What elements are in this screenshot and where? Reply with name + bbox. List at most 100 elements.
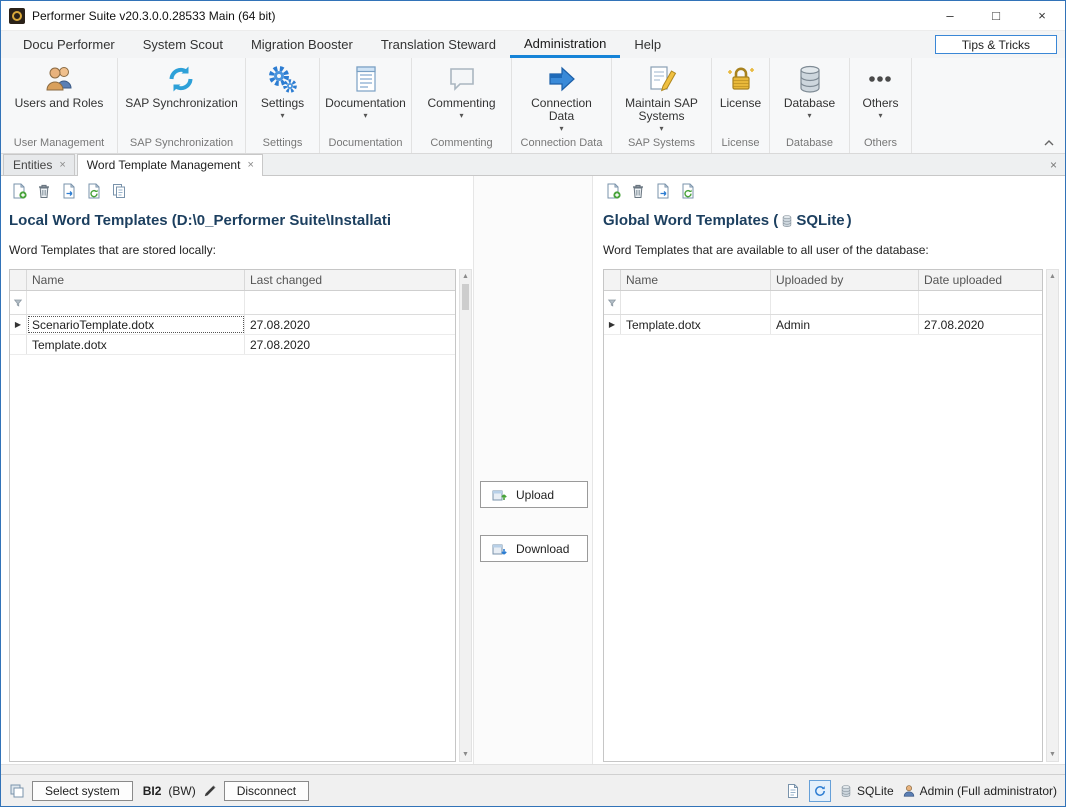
scrollbar-thumb[interactable]: [462, 284, 469, 310]
database-status: SQLite: [839, 784, 894, 798]
ribbon-collapse-button[interactable]: [1043, 138, 1055, 148]
filter-cell-name[interactable]: [27, 291, 245, 314]
close-icon[interactable]: ×: [247, 160, 253, 170]
export-template-button[interactable]: [653, 182, 673, 200]
commenting-button[interactable]: Commenting ▾: [423, 61, 499, 136]
table-row[interactable]: ▶ ScenarioTemplate.dotx 27.08.2020: [10, 315, 455, 335]
connection-data-button[interactable]: Connection Data ▾: [513, 61, 610, 136]
ribbon-group-sap-synchronization: SAP Synchronization SAP Synchronization: [118, 58, 246, 153]
sync-button[interactable]: [809, 780, 831, 802]
column-header-name[interactable]: Name: [27, 270, 245, 290]
tab-entities[interactable]: Entities ×: [3, 154, 75, 175]
cell-last-changed[interactable]: 27.08.2020: [245, 315, 455, 334]
column-header-uploaded-by[interactable]: Uploaded by: [771, 270, 919, 290]
copy-template-button[interactable]: [109, 182, 129, 200]
tab-word-template-management[interactable]: Word Template Management ×: [77, 154, 263, 176]
filter-icon: [12, 297, 24, 309]
download-label: Download: [516, 542, 569, 556]
tab-administration[interactable]: Administration: [510, 31, 620, 58]
tips-tricks-button[interactable]: Tips & Tricks: [935, 35, 1057, 54]
vertical-scrollbar[interactable]: ▲ ▼: [459, 269, 472, 762]
filter-row[interactable]: [10, 291, 455, 315]
settings-button[interactable]: Settings ▾: [257, 61, 308, 136]
system-id: BI2: [143, 784, 162, 798]
export-template-button[interactable]: [59, 182, 79, 200]
scroll-up-icon[interactable]: ▲: [1047, 270, 1058, 283]
maximize-button[interactable]: □: [973, 1, 1019, 30]
delete-template-button[interactable]: [628, 182, 648, 200]
chevron-up-icon: [1044, 139, 1054, 147]
ribbon-group-connection-data: Connection Data ▾ Connection Data: [512, 58, 612, 153]
tab-translation-steward[interactable]: Translation Steward: [367, 31, 510, 58]
filter-cell-uploaded-by[interactable]: [771, 291, 919, 314]
maintain-sap-systems-button[interactable]: Maintain SAP Systems ▾: [613, 61, 710, 136]
select-system-button[interactable]: Select system: [32, 781, 133, 801]
filter-cell-last-changed[interactable]: [245, 291, 455, 314]
status-bar: Select system BI2 (BW) Disconnect SQLite…: [1, 774, 1065, 806]
disconnect-button[interactable]: Disconnect: [224, 781, 309, 801]
close-icon[interactable]: ×: [59, 160, 65, 170]
cell-name[interactable]: Template.dotx: [27, 335, 245, 354]
system-type: (BW): [168, 784, 195, 798]
connection-data-icon: [546, 63, 578, 95]
tab-help[interactable]: Help: [620, 31, 675, 58]
cell-name[interactable]: ScenarioTemplate.dotx: [27, 315, 245, 334]
user-name: Admin (Full administrator): [920, 784, 1057, 798]
cell-name[interactable]: Template.dotx: [621, 315, 771, 334]
download-button[interactable]: Download: [480, 535, 588, 562]
documentation-button[interactable]: Documentation ▾: [321, 61, 410, 136]
upload-icon: [491, 487, 507, 503]
ribbon-button-label: Others: [862, 97, 898, 110]
page-refresh-icon: [86, 183, 102, 199]
heading-database-name: SQLite: [796, 212, 844, 229]
table-row[interactable]: ▶ Template.dotx Admin 27.08.2020: [604, 315, 1042, 335]
refresh-template-button[interactable]: [84, 182, 104, 200]
vertical-scrollbar[interactable]: ▲ ▼: [1046, 269, 1059, 762]
close-button[interactable]: ×: [1019, 1, 1065, 30]
scroll-up-icon[interactable]: ▲: [460, 270, 471, 283]
database-button[interactable]: Database ▾: [780, 61, 839, 136]
title-bar: Performer Suite v20.3.0.0.28533 Main (64…: [1, 1, 1065, 31]
filter-row[interactable]: [604, 291, 1042, 315]
trash-icon: [36, 183, 52, 199]
license-button[interactable]: License: [716, 61, 765, 136]
ribbon-button-label: Maintain SAP Systems: [617, 97, 706, 123]
table-row[interactable]: Template.dotx 27.08.2020: [10, 335, 455, 355]
delete-template-button[interactable]: [34, 182, 54, 200]
filter-cell-name[interactable]: [621, 291, 771, 314]
chevron-down-icon: ▾: [807, 112, 811, 119]
scroll-down-icon[interactable]: ▼: [460, 748, 471, 761]
documentation-icon: [350, 63, 382, 95]
refresh-template-button[interactable]: [678, 182, 698, 200]
local-templates-heading: Local Word Templates (D:\0_Performer Sui…: [9, 212, 467, 229]
pen-icon[interactable]: [203, 784, 217, 798]
add-template-button[interactable]: [9, 182, 29, 200]
tab-migration-booster[interactable]: Migration Booster: [237, 31, 367, 58]
document-tab-strip: Entities × Word Template Management × ×: [1, 154, 1065, 176]
column-header-date-uploaded[interactable]: Date uploaded: [919, 270, 1042, 290]
scroll-down-icon[interactable]: ▼: [1047, 748, 1058, 761]
cell-last-changed[interactable]: 27.08.2020: [245, 335, 455, 354]
column-header-last-changed[interactable]: Last changed: [245, 270, 455, 290]
row-arrow-icon: ▶: [609, 320, 615, 329]
close-document-button[interactable]: ×: [1050, 158, 1057, 172]
minimize-button[interactable]: –: [927, 1, 973, 30]
others-button[interactable]: Others ▾: [858, 61, 902, 136]
database-icon: [794, 63, 826, 95]
cell-date-uploaded[interactable]: 27.08.2020: [919, 315, 1042, 334]
ribbon-group-caption: SAP Systems: [612, 136, 711, 153]
users-and-roles-button[interactable]: Users and Roles: [11, 61, 108, 136]
users-icon: [43, 63, 75, 95]
column-header-name[interactable]: Name: [621, 270, 771, 290]
tab-docu-performer[interactable]: Docu Performer: [9, 31, 129, 58]
filter-cell-date-uploaded[interactable]: [919, 291, 1042, 314]
sync-icon: [813, 784, 827, 798]
ribbon-group-others: Others ▾ Others: [850, 58, 912, 153]
upload-button[interactable]: Upload: [480, 481, 588, 508]
add-template-button[interactable]: [603, 182, 623, 200]
tab-system-scout[interactable]: System Scout: [129, 31, 237, 58]
sap-synchronization-button[interactable]: SAP Synchronization: [121, 61, 242, 136]
document-icon[interactable]: [785, 783, 801, 799]
cell-uploaded-by[interactable]: Admin: [771, 315, 919, 334]
ribbon-button-label: Connection Data: [517, 97, 606, 123]
